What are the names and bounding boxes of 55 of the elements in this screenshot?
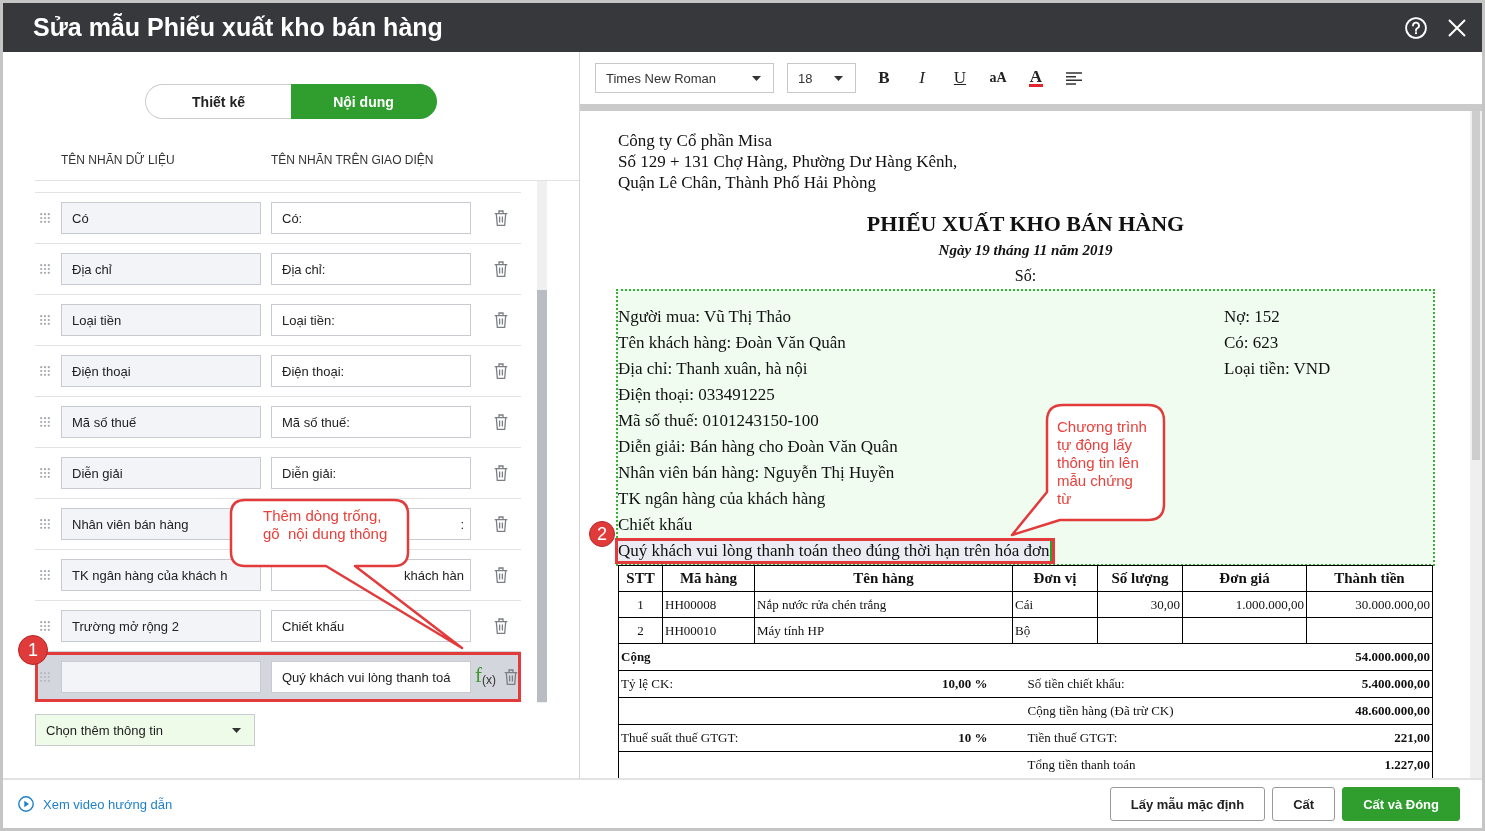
info-line: Nhân viên bán hàng: Nguyễn Thị Huyền bbox=[618, 462, 895, 484]
table-header-cell: Đơn giá bbox=[1182, 565, 1307, 592]
column-header: TÊN NHÃN TRÊN GIAO DIỆN bbox=[271, 152, 434, 168]
table-header-cell: Số lượng bbox=[1097, 565, 1183, 592]
info-line: Địa chỉ: Thanh xuân, hà nội bbox=[618, 358, 808, 380]
table-cell: 30,00 bbox=[1097, 591, 1183, 618]
summary-amount: 221,00 bbox=[1394, 730, 1430, 746]
total-label: Cộng bbox=[621, 649, 651, 665]
table-header-cell: STT bbox=[618, 565, 663, 592]
info-line: Có: 623 bbox=[1224, 332, 1279, 354]
table-cell: 30.000.000,00 bbox=[1306, 591, 1433, 618]
info-line: Người mua: Vũ Thị Thảo bbox=[618, 306, 792, 328]
info-line: Loại tiền: VND bbox=[1224, 358, 1331, 380]
step-badge: 1 bbox=[18, 635, 48, 665]
table-header-cell: Đơn vị bbox=[1012, 565, 1098, 592]
summary-label: Số tiền chiết khấu: bbox=[1027, 676, 1125, 692]
window-title: Sửa mẫu Phiếu xuất kho bán hàng bbox=[33, 13, 443, 42]
table-cell: Nắp nước rửa chén trắng bbox=[754, 591, 1013, 618]
summary-label: Thuế suất thuế GTGT: bbox=[621, 730, 739, 746]
info-line: Điện thoại: 033491225 bbox=[618, 384, 775, 406]
summary-label: Cộng tiền hàng (Đã trừ CK) bbox=[1027, 703, 1174, 719]
summary-amount: 48.600.000,00 bbox=[1355, 703, 1430, 719]
table-cell: 1 bbox=[618, 591, 663, 618]
info-line: Diễn giải: Bán hàng cho Đoàn Văn Quân bbox=[618, 436, 898, 458]
info-line: TK ngân hàng của khách hàng bbox=[618, 488, 826, 510]
total-amount: 54.000.000,00 bbox=[1355, 649, 1430, 665]
table-cell: 1.000.000,00 bbox=[1182, 591, 1307, 618]
summary-value: 10,00 % bbox=[942, 676, 988, 692]
table-cell: HH00008 bbox=[662, 591, 755, 618]
info-line: Nợ: 152 bbox=[1224, 306, 1280, 328]
column-header: TÊN NHÃN DỮ LIỆU bbox=[61, 152, 176, 168]
company-line: Quận Lê Chân, Thành Phố Hải Phòng bbox=[618, 172, 876, 193]
table-cell: Máy tính HP bbox=[754, 617, 1013, 644]
table-header-cell: Tên hàng bbox=[754, 565, 1013, 592]
table-header-cell: Thành tiền bbox=[1306, 565, 1433, 592]
annotation-tooltip: Chương trình tự động lấy thông tin lên mẫu chứng từ bbox=[1008, 402, 1168, 538]
table-cell: Bộ bbox=[1012, 617, 1098, 644]
table-cell: HH00010 bbox=[662, 617, 755, 644]
table-cell: 2 bbox=[618, 617, 663, 644]
summary-label: Tổng tiền thanh toán bbox=[1027, 757, 1136, 773]
summary-label: Tỷ lệ CK: bbox=[621, 676, 673, 692]
table-cell: Cái bbox=[1012, 591, 1098, 618]
company-line: Số 129 + 131 Chợ Hàng, Phường Dư Hàng Kênh, bbox=[618, 151, 958, 172]
summary-label: Tiền thuế GTGT: bbox=[1027, 730, 1118, 746]
summary-value: 10 % bbox=[958, 730, 988, 746]
info-line: Tên khách hàng: Đoàn Văn Quân bbox=[618, 332, 846, 354]
summary-amount: 1.227,00 bbox=[1384, 757, 1430, 773]
summary-amount: 5.400.000,00 bbox=[1361, 676, 1430, 692]
company-line: Công ty Cổ phần Misa bbox=[618, 130, 772, 151]
info-line: Mã số thuế: 0101243150-100 bbox=[618, 410, 819, 432]
document-date: Ngày 19 tháng 11 năm 2019 bbox=[938, 241, 1113, 260]
info-line: Chiết khấu bbox=[618, 514, 693, 536]
table-header-cell: Mã hàng bbox=[662, 565, 755, 592]
document-title: PHIẾU XUẤT KHO BÁN HÀNG bbox=[866, 210, 1185, 238]
document-number-label: Số: bbox=[1014, 266, 1037, 286]
